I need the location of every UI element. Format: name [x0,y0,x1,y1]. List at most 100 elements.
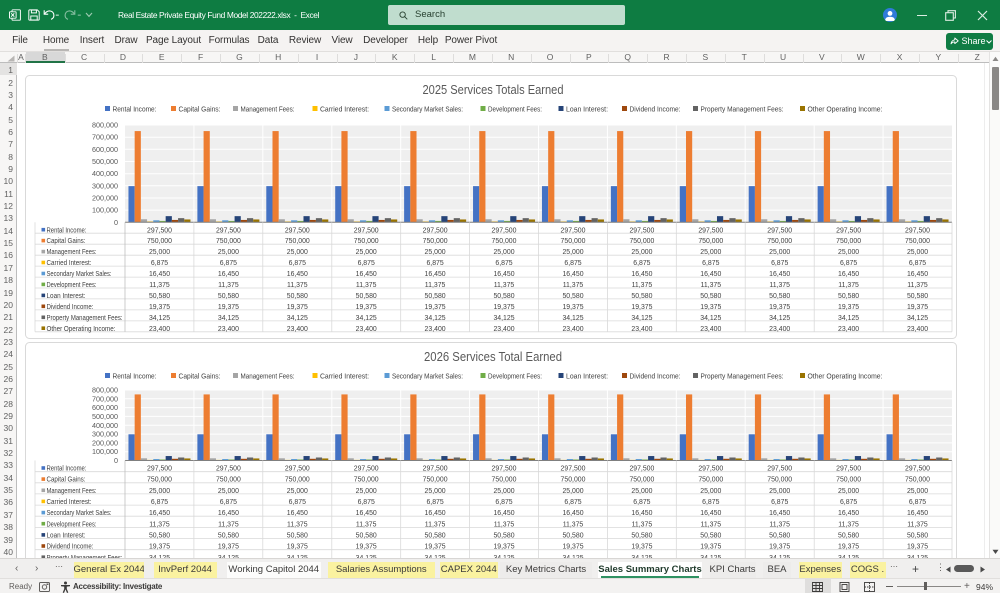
svg-text:6,875: 6,875 [771,499,788,506]
svg-text:16,450: 16,450 [631,271,652,278]
svg-text:25,000: 25,000 [631,249,652,256]
svg-text:50,580: 50,580 [838,533,859,540]
svg-text:16,450: 16,450 [907,510,928,517]
svg-text:16,450: 16,450 [631,510,652,517]
svg-text:700,000: 700,000 [92,132,118,141]
svg-text:6,875: 6,875 [495,260,512,267]
svg-text:11,375: 11,375 [287,282,308,289]
svg-text:25,000: 25,000 [218,488,239,495]
svg-text:19,375: 19,375 [425,303,446,310]
svg-text:Loan Interest:: Loan Interest: [47,293,86,300]
svg-text:34,125: 34,125 [700,314,721,321]
svg-text:Dividend Income:: Dividend Income: [47,544,94,551]
svg-text:34,125: 34,125 [769,314,790,321]
svg-text:23,400: 23,400 [493,325,514,332]
svg-text:Other Operating Income:: Other Operating Income: [808,374,883,381]
svg-text:6,875: 6,875 [358,499,375,506]
svg-text:23,400: 23,400 [907,325,928,332]
svg-text:100,000: 100,000 [92,447,118,456]
svg-text:23,400: 23,400 [631,325,652,332]
svg-text:Rental Income:: Rental Income: [113,106,157,113]
svg-text:23,400: 23,400 [356,325,377,332]
svg-text:50,580: 50,580 [562,293,583,300]
svg-text:297,500: 297,500 [905,466,930,473]
svg-text:600,000: 600,000 [92,403,118,412]
svg-text:25,000: 25,000 [425,488,446,495]
svg-text:11,375: 11,375 [149,282,170,289]
svg-text:11,375: 11,375 [907,282,928,289]
svg-text:297,500: 297,500 [423,466,448,473]
svg-text:25,000: 25,000 [287,249,308,256]
svg-text:750,000: 750,000 [561,477,586,484]
svg-text:16,450: 16,450 [287,271,308,278]
svg-text:Carried Interest:: Carried Interest: [47,260,92,267]
svg-text:16,450: 16,450 [700,510,721,517]
svg-text:297,500: 297,500 [147,466,172,473]
svg-text:750,000: 750,000 [354,477,379,484]
svg-text:16,450: 16,450 [562,271,583,278]
svg-text:11,375: 11,375 [425,282,446,289]
svg-text:16,450: 16,450 [907,271,928,278]
svg-text:6,875: 6,875 [358,260,375,267]
svg-text:Rental Income:: Rental Income: [113,374,157,381]
svg-text:25,000: 25,000 [907,249,928,256]
svg-text:Property Management Fees:: Property Management Fees: [47,314,123,321]
svg-text:6,875: 6,875 [840,499,857,506]
svg-text:25,000: 25,000 [493,249,514,256]
svg-text:297,500: 297,500 [561,466,586,473]
svg-text:11,375: 11,375 [701,282,722,289]
svg-text:Rental Income:: Rental Income: [47,466,87,473]
svg-text:400,000: 400,000 [92,421,118,430]
svg-text:500,000: 500,000 [92,412,118,421]
svg-text:11,375: 11,375 [769,282,790,289]
svg-text:Rental Income:: Rental Income: [47,227,87,234]
svg-text:297,500: 297,500 [285,227,310,234]
svg-text:16,450: 16,450 [218,271,239,278]
svg-text:6,875: 6,875 [564,499,581,506]
svg-text:Capital Gains:: Capital Gains: [47,477,86,484]
svg-text:750,000: 750,000 [492,477,517,484]
svg-text:750,000: 750,000 [905,477,930,484]
svg-text:50,580: 50,580 [907,293,928,300]
svg-text:6,875: 6,875 [151,499,168,506]
svg-text:19,375: 19,375 [838,303,859,310]
svg-text:Other Operating Income:: Other Operating Income: [47,325,116,332]
svg-text:750,000: 750,000 [905,238,930,245]
svg-text:19,375: 19,375 [769,544,790,551]
svg-text:750,000: 750,000 [285,238,310,245]
svg-text:750,000: 750,000 [147,477,172,484]
svg-text:11,375: 11,375 [494,282,515,289]
svg-text:25,000: 25,000 [425,249,446,256]
svg-text:0: 0 [114,217,118,226]
svg-text:750,000: 750,000 [698,477,723,484]
svg-text:19,375: 19,375 [356,303,377,310]
svg-text:23,400: 23,400 [769,325,790,332]
svg-text:34,125: 34,125 [907,314,928,321]
svg-text:Development Fees:: Development Fees: [47,521,97,528]
svg-text:Loan Interest:: Loan Interest: [47,533,86,540]
svg-text:25,000: 25,000 [149,249,170,256]
svg-text:25,000: 25,000 [769,488,790,495]
svg-text:16,450: 16,450 [562,510,583,517]
svg-text:16,450: 16,450 [218,510,239,517]
svg-text:750,000: 750,000 [836,238,861,245]
svg-text:11,375: 11,375 [494,521,515,528]
svg-text:23,400: 23,400 [149,325,170,332]
svg-text:16,450: 16,450 [493,271,514,278]
svg-text:23,400: 23,400 [562,325,583,332]
svg-text:11,375: 11,375 [632,521,653,528]
svg-text:25,000: 25,000 [907,488,928,495]
svg-text:23,400: 23,400 [700,325,721,332]
svg-text:16,450: 16,450 [769,510,790,517]
svg-text:50,580: 50,580 [149,293,170,300]
svg-text:Secondary Market Sales:: Secondary Market Sales: [392,374,463,381]
svg-text:750,000: 750,000 [767,477,792,484]
svg-text:19,375: 19,375 [493,544,514,551]
svg-text:297,500: 297,500 [698,227,723,234]
svg-text:50,580: 50,580 [493,533,514,540]
svg-text:297,500: 297,500 [836,227,861,234]
svg-text:297,500: 297,500 [629,466,654,473]
svg-text:Carried Interest:: Carried Interest: [320,106,369,113]
svg-text:34,125: 34,125 [287,314,308,321]
svg-text:300,000: 300,000 [92,181,118,190]
